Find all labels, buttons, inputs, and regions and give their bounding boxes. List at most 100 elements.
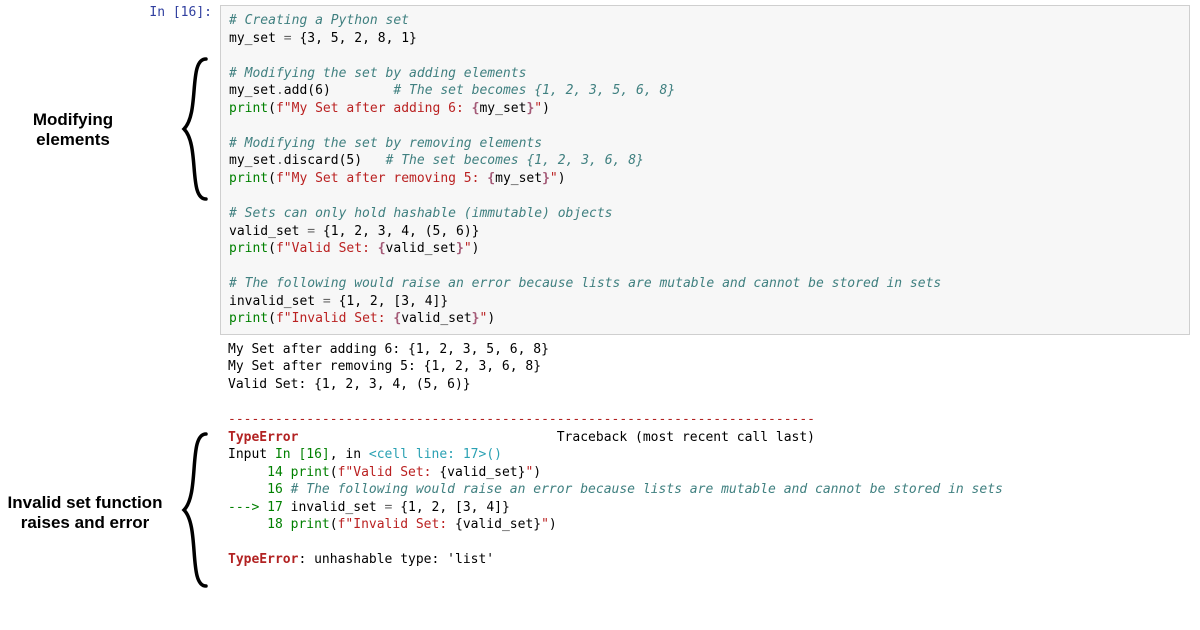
code-text: my_set: [495, 171, 542, 186]
traceback-loc: <cell line: 17>: [369, 447, 486, 462]
code-text: ,: [386, 224, 402, 239]
code-op: =: [323, 294, 331, 309]
output-line: My Set after removing 5: {1, 2, 3, 6, 8}: [228, 359, 541, 374]
traceback-dash: ----------------------------------------…: [228, 412, 815, 427]
code-text: valid_set: [229, 224, 307, 239]
traceback-code: f"Valid Set:: [338, 465, 440, 480]
traceback-code: {valid_set}: [455, 517, 541, 532]
code-text: ,: [362, 224, 378, 239]
traceback-code: ): [549, 517, 557, 532]
code-op: =: [284, 31, 292, 46]
traceback-code: invalid_set: [291, 500, 385, 515]
traceback-lineno: 14: [228, 465, 291, 480]
code-strint: {: [378, 241, 386, 256]
code-num: 4: [401, 224, 409, 239]
code-num: 3: [378, 224, 386, 239]
traceback-code: 4: [486, 500, 494, 515]
code-text: ): [354, 153, 385, 168]
code-text: valid_set: [386, 241, 456, 256]
code-text: ): [558, 171, 566, 186]
code-str: f: [276, 171, 284, 186]
code-comment: # Modifying the set by removing elements: [229, 136, 542, 151]
traceback-code: 3: [463, 500, 471, 515]
code-op: .: [276, 83, 284, 98]
code-text: my_set: [229, 83, 276, 98]
traceback-in: In [16]: [275, 447, 330, 462]
code-num: 2: [354, 31, 362, 46]
traceback-lineno: 17: [267, 500, 290, 515]
code-text: ,: [354, 294, 370, 309]
code-text: )}: [464, 224, 480, 239]
code-text: ,: [440, 224, 456, 239]
traceback-code: (: [330, 517, 338, 532]
code-num: 1: [401, 31, 409, 46]
code-text: invalid_set: [229, 294, 323, 309]
traceback-error: TypeError: [228, 552, 298, 567]
code-num: 2: [370, 294, 378, 309]
code-text: add: [284, 83, 307, 98]
traceback-code: 1: [408, 500, 416, 515]
code-text: ,: [362, 31, 378, 46]
code-strint: }: [542, 171, 550, 186]
code-output: My Set after adding 6: {1, 2, 3, 5, 6, 8…: [220, 335, 1190, 569]
code-input[interactable]: # Creating a Python set my_set = {3, 5, …: [220, 5, 1190, 335]
traceback-code: print: [291, 517, 330, 532]
annotation-modifying: Modifying elements: [8, 110, 138, 151]
code-strint: }: [456, 241, 464, 256]
code-str: f: [276, 241, 284, 256]
code-text: ,: [409, 294, 425, 309]
code-text: (: [268, 241, 276, 256]
traceback-code: , [: [439, 500, 462, 515]
traceback-code: (: [330, 465, 338, 480]
traceback-code: ): [533, 465, 541, 480]
code-builtin: print: [229, 101, 268, 116]
traceback-code: ,: [471, 500, 487, 515]
traceback-lineno: 16: [228, 482, 291, 497]
traceback-code: ": [541, 517, 549, 532]
code-comment: # Modifying the set by adding elements: [229, 66, 526, 81]
code-text: ): [542, 101, 550, 116]
code-text: (: [307, 83, 315, 98]
code-text: , [: [378, 294, 401, 309]
code-num: 6: [315, 83, 323, 98]
traceback-code: print: [291, 465, 330, 480]
code-text: (: [268, 101, 276, 116]
code-str: "My Set after adding 6:: [284, 101, 472, 116]
code-num: 1: [331, 224, 339, 239]
traceback-text: Input: [228, 447, 275, 462]
code-str: ": [464, 241, 472, 256]
code-text: {: [315, 224, 331, 239]
code-text: }: [409, 31, 417, 46]
code-num: 4: [425, 294, 433, 309]
code-text: , (: [409, 224, 432, 239]
code-strint: {: [487, 171, 495, 186]
traceback-error: TypeError: [228, 430, 298, 445]
code-str: f: [276, 311, 284, 326]
code-comment: # The following would raise an error bec…: [229, 276, 941, 291]
code-text: valid_set: [401, 311, 471, 326]
code-text: my_set: [479, 101, 526, 116]
code-str: ": [534, 101, 542, 116]
code-text: (: [268, 171, 276, 186]
code-str: "Valid Set:: [284, 241, 378, 256]
code-op: =: [307, 224, 315, 239]
traceback-text: : unhashable type: 'list': [298, 552, 494, 567]
output-line: Valid Set: {1, 2, 3, 4, (5, 6)}: [228, 377, 471, 392]
code-comment: # Sets can only hold hashable (immutable…: [229, 206, 613, 221]
traceback-code: {: [392, 500, 408, 515]
code-text: {: [292, 31, 308, 46]
code-str: ": [550, 171, 558, 186]
code-builtin: print: [229, 171, 268, 186]
code-text: (: [268, 311, 276, 326]
code-num: 6: [456, 224, 464, 239]
traceback-code: ]}: [494, 500, 510, 515]
traceback-lineno: 18: [228, 517, 291, 532]
code-text: ,: [315, 31, 331, 46]
code-text: ): [487, 311, 495, 326]
traceback-comment: # The following would raise an error bec…: [291, 482, 1003, 497]
code-comment: # The set becomes {1, 2, 3, 6, 8}: [386, 153, 644, 168]
code-num: 2: [354, 224, 362, 239]
code-text: my_set: [229, 31, 284, 46]
code-str: "Invalid Set:: [284, 311, 394, 326]
code-text: discard: [284, 153, 339, 168]
